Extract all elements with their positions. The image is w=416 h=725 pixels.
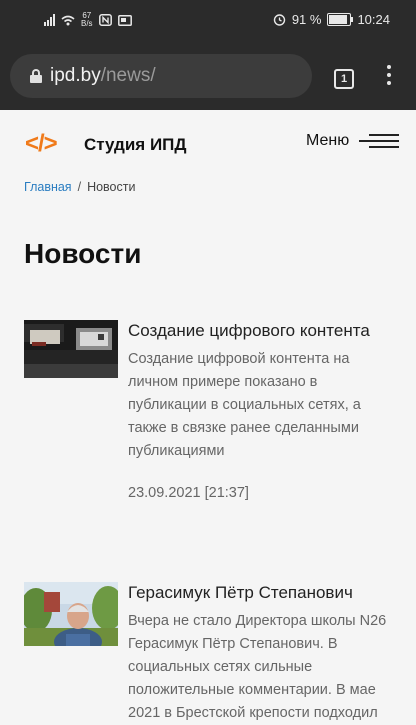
battery-percent: 91 %: [291, 12, 322, 27]
logo-text[interactable]: Студия ИПД: [84, 135, 187, 155]
page-title: Новости: [24, 238, 142, 269]
breadcrumb-separator: /: [77, 180, 82, 194]
more-options-icon[interactable]: [384, 65, 394, 89]
news-thumbnail[interactable]: [24, 582, 118, 646]
alarm-icon: [273, 14, 286, 26]
url-host: ipd.by: [50, 65, 101, 86]
url-path: /news/: [100, 65, 156, 86]
logo-icon[interactable]: </>: [25, 130, 58, 158]
news-excerpt: Вчера не стало Директора школы N26 Герас…: [128, 613, 387, 721]
site-header: </> Студия ИПД Меню: [0, 110, 416, 180]
signal-icon: [44, 14, 55, 26]
address-bar[interactable]: ipd.by/news/: [10, 54, 312, 98]
news-date: 23.09.2021 [21:37]: [128, 485, 249, 501]
news-content: Герасимук Пётр Степанович Вчера не стало…: [128, 582, 398, 725]
breadcrumb-current: Новости: [87, 180, 136, 194]
news-thumbnail[interactable]: [24, 320, 118, 378]
lock-icon: [30, 69, 42, 83]
cast-icon: [117, 14, 132, 26]
status-bar: 67 B/s 91 % 10:24: [0, 0, 416, 40]
wifi-icon: [61, 15, 75, 25]
status-left: 67 B/s: [44, 12, 132, 28]
menu-label: Меню: [306, 132, 350, 149]
tab-switcher-button[interactable]: 1: [334, 69, 354, 89]
status-right: 91 % 10:24: [273, 12, 390, 27]
news-excerpt: Создание цифровой контента на личном при…: [128, 351, 361, 459]
battery-icon: [327, 13, 354, 26]
news-content: Создание цифрового контента Создание циф…: [128, 320, 398, 501]
clock: 10:24: [357, 12, 390, 27]
news-item: Герасимук Пётр Степанович Вчера не стало…: [24, 582, 404, 721]
nfc-icon: [98, 14, 112, 26]
browser-toolbar: ipd.by/news/ 1: [0, 40, 416, 110]
menu-button[interactable]: Меню: [306, 132, 400, 150]
breadcrumb-home-link[interactable]: Главная: [24, 180, 72, 194]
breadcrumb: Главная / Новости: [24, 180, 135, 194]
news-item: Создание цифрового контента Создание циф…: [24, 320, 404, 520]
net-speed: 67 B/s: [81, 11, 93, 28]
news-title[interactable]: Герасимук Пётр Степанович: [128, 582, 398, 604]
news-title[interactable]: Создание цифрового контента: [128, 320, 398, 342]
hamburger-icon: [359, 133, 400, 149]
